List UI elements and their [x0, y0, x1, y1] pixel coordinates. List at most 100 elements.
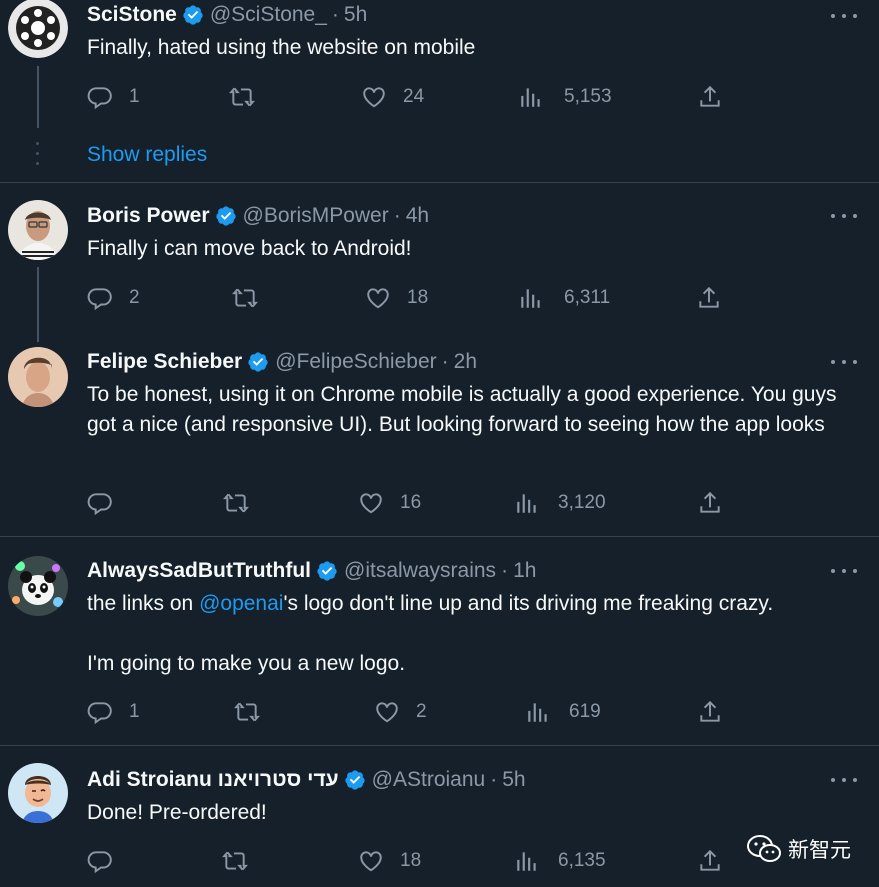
timestamp[interactable]: 2h — [454, 350, 477, 374]
more-icon[interactable] — [831, 768, 857, 792]
more-icon[interactable] — [831, 559, 857, 583]
verified-badge-icon — [183, 5, 203, 25]
handle[interactable]: @itsalwaysrains — [344, 559, 496, 583]
tweet-text: the links on @openai's logo don't line u… — [87, 589, 857, 679]
like-button[interactable]: 2 — [374, 699, 427, 725]
like-count: 18 — [400, 850, 422, 871]
tweet-header: Felipe Schieber @FelipeSchieber · 2h — [87, 350, 477, 374]
views-button[interactable]: 619 — [525, 699, 601, 725]
reply-button[interactable] — [87, 490, 113, 516]
reply-button[interactable]: 1 — [87, 699, 140, 725]
views-icon — [521, 88, 540, 107]
reply-button[interactable]: 2 — [87, 285, 140, 311]
tweet-text: Finally i can move back to Android! — [87, 237, 412, 260]
more-icon[interactable] — [831, 350, 857, 374]
timestamp[interactable]: 5h — [344, 3, 367, 27]
like-button[interactable]: 18 — [358, 848, 421, 874]
tweet-header: SciStone @SciStone_ · 5h — [87, 3, 367, 27]
tweet-text: Finally, hated using the website on mobi… — [87, 36, 476, 59]
share-button[interactable] — [697, 84, 723, 110]
reply-button[interactable]: 1 — [87, 84, 140, 110]
tweet-header: Adi Stroianu עדי סטרויאנו @AStroianu · 5… — [87, 768, 526, 792]
retweet-icon — [223, 493, 249, 513]
share-button[interactable] — [697, 848, 723, 874]
separator-dot: · — [393, 204, 401, 227]
display-name[interactable]: AlwaysSadButTruthful — [87, 559, 311, 583]
more-icon[interactable] — [831, 4, 857, 28]
display-name[interactable]: Felipe Schieber — [87, 350, 242, 374]
avatar[interactable] — [8, 0, 68, 58]
retweet-icon — [229, 87, 255, 107]
verified-badge-icon — [248, 352, 268, 372]
text-prefix: the links on — [87, 592, 200, 615]
views-button[interactable]: 6,135 — [514, 848, 606, 874]
views-button[interactable]: 5,153 — [518, 84, 612, 110]
avatar[interactable] — [8, 763, 68, 823]
wechat-icon — [747, 835, 781, 862]
retweet-icon — [232, 288, 258, 308]
retweet-button[interactable] — [222, 848, 248, 874]
like-count: 18 — [407, 287, 429, 308]
reply-button[interactable] — [87, 848, 113, 874]
reply-count: 1 — [129, 701, 140, 722]
retweet-button[interactable] — [234, 699, 260, 725]
share-icon — [700, 85, 720, 107]
handle[interactable]: @BorisMPower — [243, 204, 389, 228]
views-icon — [517, 852, 536, 871]
share-icon — [700, 700, 720, 722]
display-name[interactable]: Boris Power — [87, 204, 210, 228]
views-icon — [517, 494, 536, 513]
like-button[interactable]: 16 — [358, 490, 421, 516]
mention-link[interactable]: @openai — [199, 592, 283, 615]
tweet-alwayssadbuttruthful[interactable]: AlwaysSadButTruthful @itsalwaysrains · 1… — [0, 537, 879, 745]
share-icon — [700, 491, 720, 513]
share-icon — [699, 286, 719, 308]
avatar[interactable] — [8, 200, 68, 260]
thread-dots — [36, 142, 40, 168]
handle[interactable]: @FelipeSchieber — [275, 350, 436, 374]
timestamp[interactable]: 4h — [406, 204, 429, 228]
avatar[interactable] — [8, 347, 68, 407]
display-name[interactable]: SciStone — [87, 3, 177, 27]
share-button[interactable] — [697, 699, 723, 725]
separator-dot: · — [490, 768, 498, 791]
tweet-felipe-schieber[interactable]: Felipe Schieber @FelipeSchieber · 2h To … — [0, 336, 879, 536]
share-button[interactable] — [696, 285, 722, 311]
share-button[interactable] — [697, 490, 723, 516]
show-replies-link[interactable]: Show replies — [87, 143, 207, 167]
thread-line — [37, 267, 39, 342]
tweet-scistone[interactable]: SciStone @SciStone_ · 5h Finally, hated … — [0, 0, 879, 182]
retweet-button[interactable] — [223, 490, 249, 516]
like-count: 16 — [400, 492, 422, 513]
tweet-adi-stroianu[interactable]: Adi Stroianu עדי סטרויאנו @AStroianu · 5… — [0, 746, 879, 887]
tweet-boris-power[interactable]: Boris Power @BorisMPower · 4h Finally i … — [0, 183, 879, 342]
tweet-header: Boris Power @BorisMPower · 4h — [87, 204, 429, 228]
views-button[interactable]: 3,120 — [514, 490, 606, 516]
display-name[interactable]: Adi Stroianu עדי סטרויאנו — [87, 768, 339, 792]
more-icon[interactable] — [831, 204, 857, 228]
text-after-mention: 's logo don't line up and its driving me… — [283, 592, 774, 615]
retweet-button[interactable] — [232, 285, 258, 311]
like-button[interactable]: 18 — [365, 285, 428, 311]
retweet-icon — [234, 702, 260, 722]
views-button[interactable]: 6,311 — [518, 285, 610, 311]
tweet-header: AlwaysSadButTruthful @itsalwaysrains · 1… — [87, 559, 536, 583]
timestamp[interactable]: 5h — [502, 768, 525, 792]
like-icon — [376, 702, 398, 723]
timestamp[interactable]: 1h — [513, 559, 536, 583]
like-icon — [367, 288, 389, 309]
like-button[interactable]: 24 — [361, 84, 424, 110]
reply-icon — [87, 87, 112, 110]
reply-icon — [87, 288, 112, 311]
handle[interactable]: @SciStone_ — [210, 3, 327, 27]
handle[interactable]: @AStroianu — [372, 768, 486, 792]
avatar[interactable] — [8, 556, 68, 616]
retweet-button[interactable] — [229, 84, 255, 110]
retweet-icon — [222, 851, 248, 871]
separator-dot: · — [331, 3, 339, 26]
like-icon — [360, 851, 382, 872]
reply-icon — [87, 702, 112, 725]
watermark: 新智元 — [746, 834, 851, 864]
view-count: 6,135 — [558, 850, 606, 871]
reply-icon — [87, 493, 112, 516]
